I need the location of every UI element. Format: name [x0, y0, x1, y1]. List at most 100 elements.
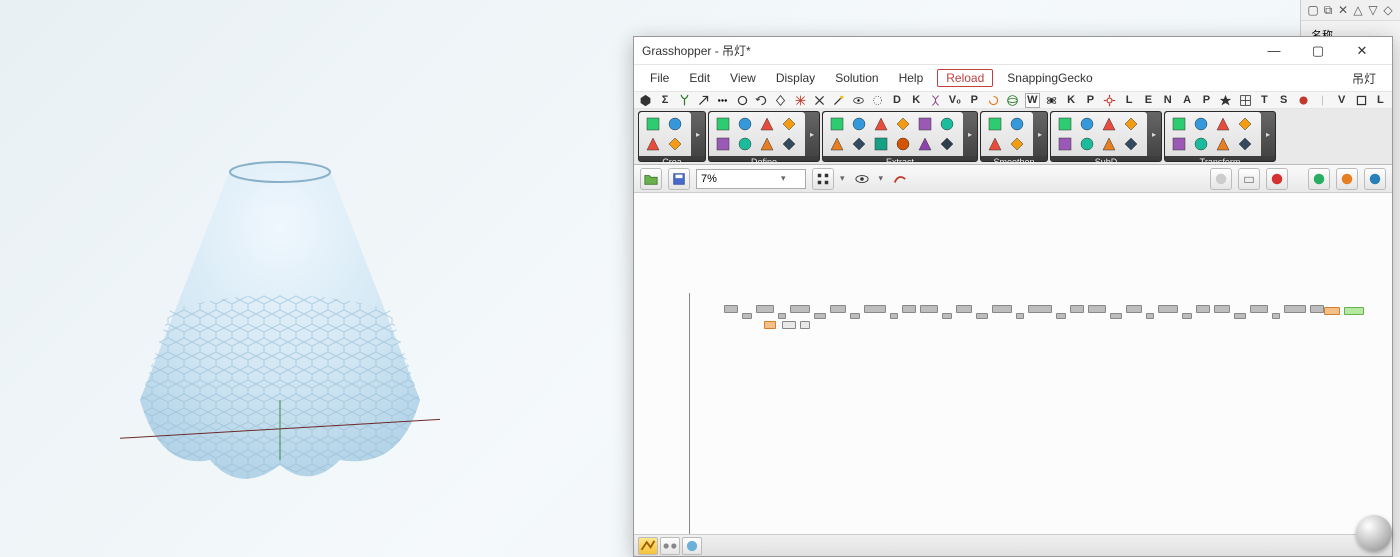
- gh-node[interactable]: [1126, 305, 1142, 313]
- gh-node[interactable]: [1070, 305, 1084, 313]
- ribbon-subd-tool-1[interactable]: [1077, 115, 1097, 133]
- ribbon-transform-tool-3[interactable]: [1235, 115, 1255, 133]
- gh-node[interactable]: [1056, 313, 1066, 319]
- shelf-arrow-ne-icon[interactable]: [696, 93, 711, 108]
- shelf-tab-P[interactable]: P: [1083, 93, 1098, 108]
- shade-erase-button[interactable]: [1238, 168, 1260, 190]
- ribbon-define-tool-0[interactable]: [713, 115, 733, 133]
- ribbon-transform-tool-1[interactable]: [1191, 115, 1211, 133]
- shade-blue-button[interactable]: [1364, 168, 1386, 190]
- shelf-red-dot-icon[interactable]: [1295, 93, 1310, 108]
- gh-node[interactable]: [1344, 307, 1364, 315]
- shelf-box-icon[interactable]: [1353, 93, 1368, 108]
- ribbon-crea-tool-2[interactable]: [643, 135, 663, 153]
- shelf-burst-icon[interactable]: [793, 93, 808, 108]
- ribbon-crea-tool-0[interactable]: [643, 115, 663, 133]
- delete-icon[interactable]: ✕: [1337, 3, 1349, 17]
- shelf-tab-P[interactable]: P: [1199, 93, 1214, 108]
- help-icon[interactable]: ◇: [1382, 3, 1394, 17]
- shelf-gear-icon[interactable]: [1102, 93, 1117, 108]
- ribbon-extract-more[interactable]: ▸: [963, 112, 977, 156]
- ribbon-define-tool-6[interactable]: [757, 135, 777, 153]
- zoom-combobox[interactable]: ▾: [696, 169, 806, 189]
- shelf-tab-V[interactable]: V: [1334, 93, 1349, 108]
- gh-node[interactable]: [1284, 305, 1306, 313]
- ribbon-transform-tool-7[interactable]: [1235, 135, 1255, 153]
- open-file-button[interactable]: [640, 168, 662, 190]
- ribbon-extract-tool-9[interactable]: [893, 135, 913, 153]
- ribbon-transform-more[interactable]: ▸: [1261, 112, 1275, 156]
- zoom-extents-more-icon[interactable]: ▾: [840, 173, 845, 184]
- ribbon-subd-tool-6[interactable]: [1099, 135, 1119, 153]
- shade-green-button[interactable]: [1308, 168, 1330, 190]
- ribbon-transform-tool-2[interactable]: [1213, 115, 1233, 133]
- shelf-tab-L[interactable]: L: [1373, 93, 1388, 108]
- gh-node[interactable]: [724, 305, 738, 313]
- shelf-loop-icon[interactable]: [754, 93, 769, 108]
- ribbon-subd-tool-4[interactable]: [1055, 135, 1075, 153]
- save-file-button[interactable]: [668, 168, 690, 190]
- gh-node[interactable]: [1214, 305, 1230, 313]
- menu-docname[interactable]: 吊灯: [1342, 66, 1386, 91]
- gh-node[interactable]: [864, 305, 886, 313]
- ribbon-extract-tool-6[interactable]: [827, 135, 847, 153]
- new-icon[interactable]: ▢: [1307, 3, 1319, 17]
- shelf-tab-E[interactable]: E: [1141, 93, 1156, 108]
- gh-node[interactable]: [1182, 313, 1192, 319]
- ribbon-smoothen-tool-1[interactable]: [1007, 115, 1027, 133]
- ribbon-extract-tool-11[interactable]: [937, 135, 957, 153]
- gh-node[interactable]: [1088, 305, 1106, 313]
- gh-node[interactable]: [1196, 305, 1210, 313]
- preview-more-icon[interactable]: ▾: [879, 173, 884, 184]
- gh-node[interactable]: [1310, 305, 1324, 313]
- ribbon-extract-tool-0[interactable]: [827, 115, 847, 133]
- menu-display[interactable]: Display: [766, 67, 825, 89]
- gh-titlebar[interactable]: Grasshopper - 吊灯* — ▢ ✕: [634, 37, 1392, 65]
- status-mode-c[interactable]: [682, 537, 702, 555]
- gh-node[interactable]: [1028, 305, 1052, 313]
- shelf-kite-icon[interactable]: [773, 93, 788, 108]
- gh-node[interactable]: [920, 305, 938, 313]
- status-mode-b[interactable]: [660, 537, 680, 555]
- gh-node[interactable]: [890, 313, 898, 319]
- gh-node[interactable]: [742, 313, 752, 319]
- gh-node[interactable]: [800, 321, 810, 329]
- ribbon-subd-tool-2[interactable]: [1099, 115, 1119, 133]
- ribbon-extract-tool-4[interactable]: [915, 115, 935, 133]
- gh-node[interactable]: [1272, 313, 1280, 319]
- ribbon-crea-tool-1[interactable]: [665, 115, 685, 133]
- gh-node[interactable]: [764, 321, 776, 329]
- shelf-wand-icon[interactable]: [831, 93, 846, 108]
- gh-node[interactable]: [1234, 313, 1246, 319]
- gh-node[interactable]: [902, 305, 916, 313]
- shelf-sprout-icon[interactable]: [677, 93, 692, 108]
- shelf-tab-L[interactable]: L: [1121, 93, 1136, 108]
- ribbon-define-tool-1[interactable]: [735, 115, 755, 133]
- ribbon-define-tool-4[interactable]: [713, 135, 733, 153]
- ribbon-extract-tool-5[interactable]: [937, 115, 957, 133]
- ribbon-smoothen-tool-3[interactable]: [1007, 135, 1027, 153]
- shade-red-button[interactable]: [1266, 168, 1288, 190]
- shelf-cross-icon[interactable]: [812, 93, 827, 108]
- shelf-tab-D[interactable]: D: [889, 93, 904, 108]
- gh-node[interactable]: [830, 305, 846, 313]
- shelf-star-icon[interactable]: [1218, 93, 1233, 108]
- shelf-tab-T[interactable]: T: [1257, 93, 1272, 108]
- close-button[interactable]: ✕: [1340, 38, 1384, 64]
- ribbon-crea-tool-3[interactable]: [665, 135, 685, 153]
- gh-node[interactable]: [782, 321, 796, 329]
- up-icon[interactable]: △: [1352, 3, 1364, 17]
- ribbon-crea-more[interactable]: ▸: [691, 112, 705, 156]
- ribbon-subd-tool-7[interactable]: [1121, 135, 1141, 153]
- shelf-tab-N[interactable]: N: [1160, 93, 1175, 108]
- shelf-tab-A[interactable]: A: [1179, 93, 1194, 108]
- shelf-dotted-icon[interactable]: [870, 93, 885, 108]
- shelf-circ-icon[interactable]: [735, 93, 750, 108]
- gh-node[interactable]: [1016, 313, 1024, 319]
- preview-eye-button[interactable]: [851, 168, 873, 190]
- gh-node[interactable]: [1324, 307, 1340, 315]
- gh-node[interactable]: [756, 305, 774, 313]
- shelf-dots-icon[interactable]: [715, 93, 730, 108]
- menu-view[interactable]: View: [720, 67, 766, 89]
- ribbon-transform-tool-4[interactable]: [1169, 135, 1189, 153]
